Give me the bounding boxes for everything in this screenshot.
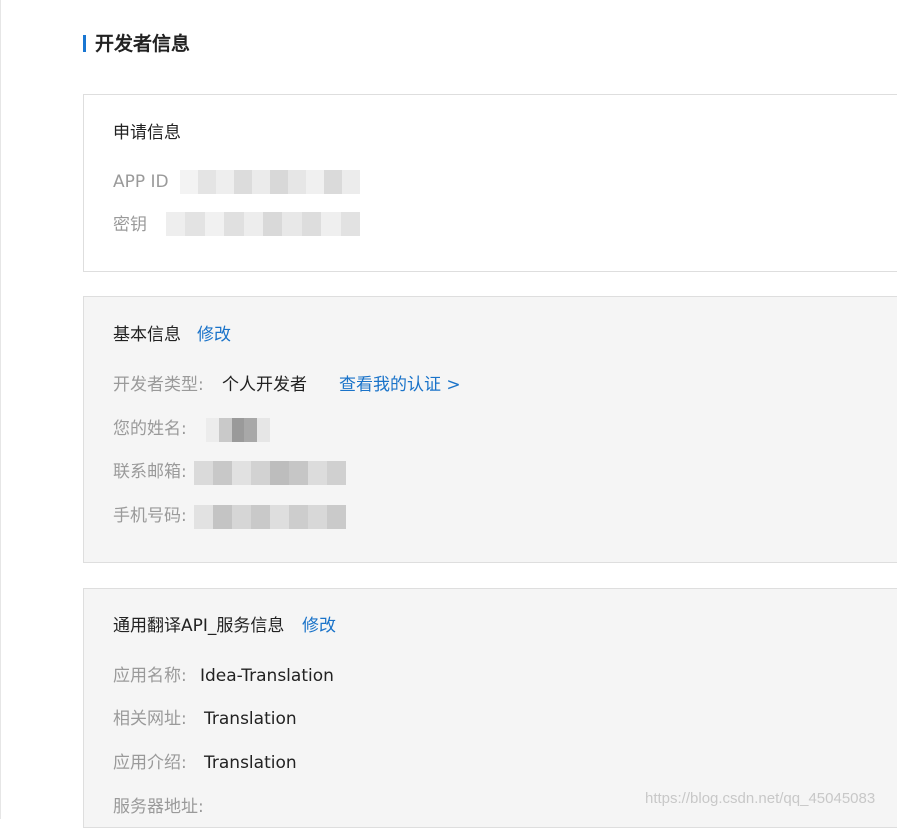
phone-redacted bbox=[194, 505, 346, 529]
watermark: https://blog.csdn.net/qq_45045083 bbox=[645, 790, 876, 807]
app-id-redacted bbox=[180, 170, 360, 194]
secret-label: 密钥 bbox=[113, 215, 147, 235]
dev-type-label: 开发者类型: bbox=[113, 375, 204, 395]
site-value: Translation bbox=[204, 709, 297, 729]
email-label: 联系邮箱: bbox=[113, 462, 187, 482]
secret-redacted bbox=[166, 212, 361, 236]
basic-info-edit-link[interactable]: 修改 bbox=[197, 323, 231, 347]
title-accent-bar bbox=[83, 35, 86, 52]
app-id-label: APP ID bbox=[113, 172, 169, 192]
app-name-value: Idea-Translation bbox=[200, 666, 334, 686]
name-label: 您的姓名: bbox=[113, 419, 187, 439]
intro-value: Translation bbox=[204, 753, 297, 773]
view-certification-link[interactable]: 查看我的认证 > bbox=[339, 373, 461, 397]
page-title: 开发者信息 bbox=[95, 33, 191, 55]
dev-type-value: 个人开发者 bbox=[222, 375, 307, 395]
intro-label: 应用介绍: bbox=[113, 753, 187, 773]
apply-info-card: 申请信息 APP ID 密钥 bbox=[83, 94, 897, 272]
basic-info-title: 基本信息 bbox=[113, 325, 181, 345]
service-info-edit-link[interactable]: 修改 bbox=[302, 614, 336, 638]
service-info-title: 通用翻译API_服务信息 bbox=[113, 616, 285, 636]
left-border bbox=[0, 0, 1, 819]
basic-info-card: 基本信息 修改 开发者类型: 个人开发者 查看我的认证 > 您的姓名: 联系邮箱… bbox=[83, 296, 897, 563]
server-address-label: 服务器地址: bbox=[113, 797, 204, 817]
apply-info-title: 申请信息 bbox=[113, 123, 181, 143]
app-name-label: 应用名称: bbox=[113, 666, 187, 686]
name-redacted bbox=[206, 418, 270, 442]
site-label: 相关网址: bbox=[113, 709, 187, 729]
email-redacted bbox=[194, 461, 346, 485]
phone-label: 手机号码: bbox=[113, 506, 187, 526]
